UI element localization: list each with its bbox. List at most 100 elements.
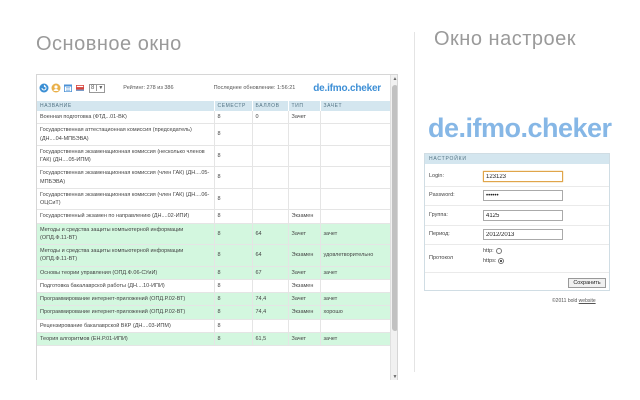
cell-type — [288, 123, 321, 146]
cell-points: 61,5 — [252, 332, 289, 347]
last-updated-text: Последнее обновление: 1:56:21 — [213, 85, 296, 91]
toolbar: 8 ▼ Рейтинг: 278 из 386 Последнее обновл… — [37, 75, 397, 101]
divider — [414, 32, 415, 372]
http-option[interactable]: http: — [483, 248, 502, 254]
settings-header: НАСТРОЙКИ — [425, 154, 609, 164]
cell-name: Государственная экзаменационная комиссия… — [37, 166, 215, 189]
calendar-icon[interactable] — [63, 83, 73, 93]
cell-semester: 8 — [214, 111, 253, 125]
cell-semester: 8 — [214, 145, 253, 168]
book-icon[interactable] — [75, 83, 85, 93]
refresh-icon[interactable] — [39, 83, 49, 93]
column-header-name: НАЗВАНИЕ — [37, 101, 215, 111]
scroll-up-icon[interactable]: ▲ — [391, 75, 397, 83]
protocol-label: Протокол — [429, 255, 454, 261]
cell-type: Экзамен — [288, 244, 321, 267]
scrollbar[interactable]: ▲ ▼ — [390, 75, 397, 380]
cell-result: хорошо — [320, 305, 391, 320]
table-row: Программирование интернет-приложений (ОП… — [37, 305, 391, 320]
cell-semester: 8 — [214, 266, 253, 280]
table-row: Военная подготовка (ФТД...01-ВК) 8 0 Зачет — [37, 111, 391, 125]
login-field[interactable] — [483, 171, 563, 182]
cell-result — [320, 123, 391, 146]
https-radio[interactable] — [498, 258, 505, 264]
cell-semester: 8 — [214, 332, 253, 347]
table-row: Теория алгоритмов (ЕН.Р.01-ИПИ) 8 61,5 Заче… — [37, 332, 391, 347]
cell-points — [252, 145, 289, 168]
cell-result: зачет — [320, 266, 391, 280]
cell-semester: 8 — [214, 123, 253, 146]
table-row: Основы теории управления (ОПД.Ф.06-СУиИ)… — [37, 266, 391, 280]
chevron-down-icon: ▼ — [96, 85, 104, 91]
cell-points: 74,4 — [252, 305, 289, 320]
rating-text: Рейтинг: 278 из 386 — [123, 85, 174, 91]
cell-result — [320, 209, 391, 224]
cell-result: зачет — [320, 292, 391, 307]
cell-result — [320, 145, 391, 168]
user-icon[interactable] — [51, 83, 61, 93]
cell-semester: 8 — [214, 209, 253, 224]
cell-points: 64 — [252, 244, 289, 267]
save-button[interactable]: Сохранить — [568, 278, 606, 288]
period-field[interactable] — [483, 229, 563, 240]
cell-name: Военная подготовка (ФТД...01-ВК) — [37, 111, 215, 125]
scroll-down-icon[interactable]: ▼ — [391, 373, 397, 380]
main-window-heading: Основное окно — [36, 33, 182, 55]
grades-table-wrap: НАЗВАНИЕ СЕМЕСТР БАЛЛОВ ТИП ЗАЧЕТ Военна… — [37, 101, 391, 347]
cell-result — [320, 319, 391, 333]
password-label: Password: — [429, 192, 455, 198]
separator — [425, 205, 609, 206]
cell-name: Государственная экзаменационная комиссия… — [37, 145, 215, 168]
separator — [425, 272, 609, 273]
cell-result — [320, 111, 391, 125]
semester-value: 8 — [91, 85, 95, 91]
column-header-semester: СЕМЕСТР — [214, 101, 253, 111]
cell-type: Зачет — [288, 292, 321, 307]
cell-semester: 8 — [214, 292, 253, 307]
cell-points — [252, 166, 289, 189]
copyright-text: ©2011 bold — [552, 298, 578, 304]
cell-points: 0 — [252, 111, 289, 125]
password-field[interactable] — [483, 190, 563, 201]
cell-type: Экзамен — [288, 305, 321, 320]
cell-name: Программирование интернет-приложений (ОП… — [37, 292, 215, 307]
table-row: Подготовка бакалаврской работы (ДН....10… — [37, 279, 391, 294]
settings-window-heading: Окно настроек — [434, 28, 576, 50]
cell-points — [252, 279, 289, 294]
cell-points — [252, 319, 289, 333]
table-row: Государственная экзаменационная комиссия… — [37, 166, 391, 189]
http-radio[interactable] — [495, 248, 502, 254]
cell-name: Подготовка бакалаврской работы (ДН....10… — [37, 279, 215, 294]
cell-points — [252, 123, 289, 146]
group-field[interactable] — [483, 210, 563, 221]
cell-semester: 8 — [214, 188, 253, 211]
cell-type: Экзамен — [288, 209, 321, 224]
scroll-thumb[interactable] — [392, 85, 397, 331]
cell-result: зачет — [320, 223, 391, 245]
column-header-type: ТИП — [288, 101, 321, 111]
column-header-points: БАЛЛОВ — [252, 101, 289, 111]
cell-name: Методы и средства защиты компьютерной ин… — [37, 223, 215, 245]
semester-select[interactable]: 8 ▼ — [89, 83, 106, 93]
cell-type — [288, 145, 321, 168]
http-label: http: — [483, 248, 494, 254]
cell-result: зачет — [320, 332, 391, 347]
table-row: Методы и средства защиты компьютерной ин… — [37, 223, 391, 245]
cell-name: Методы и средства защиты компьютерной ин… — [37, 244, 215, 267]
separator — [425, 244, 609, 245]
logo-small: de.ifmo.cheker — [313, 83, 381, 94]
separator — [425, 225, 609, 226]
cell-type — [288, 166, 321, 189]
table-row: Методы и средства защиты компьютерной ин… — [37, 244, 391, 267]
https-option[interactable]: https: — [483, 258, 505, 264]
cell-type: Экзамен — [288, 279, 321, 294]
cell-type: Зачет — [288, 332, 321, 347]
website-link[interactable]: website — [579, 298, 596, 304]
cell-result — [320, 279, 391, 294]
table-row: Государственный экзамен по направлению (… — [37, 209, 391, 224]
table-body: Военная подготовка (ФТД...01-ВК) 8 0 Зачет Г… — [37, 111, 391, 347]
table-row: Государственная экзаменационная комиссия… — [37, 145, 391, 168]
cell-type — [288, 319, 321, 333]
cell-name: Программирование интернет-приложений (ОП… — [37, 305, 215, 320]
table-row: Программирование интернет-приложений (ОП… — [37, 292, 391, 307]
